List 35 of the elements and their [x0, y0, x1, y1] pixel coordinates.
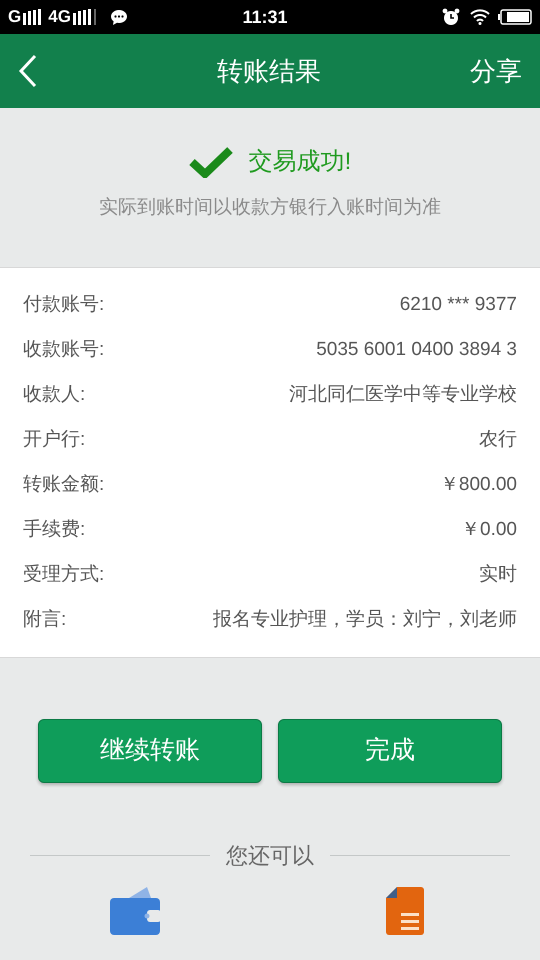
field-label: 受理方式: — [23, 563, 104, 588]
document-icon[interactable] — [385, 886, 425, 936]
result-title: 交易成功! — [248, 147, 352, 177]
field-label: 收款人: — [23, 383, 86, 408]
field-value: 5035 6001 0400 3894 3 — [316, 338, 517, 362]
field-value: 报名专业护理，学员：刘宁，刘老师 — [213, 608, 517, 632]
wifi-icon — [470, 9, 490, 25]
back-icon — [18, 54, 38, 88]
page-title: 转账结果 — [217, 54, 321, 88]
field-value: ￥0.00 — [461, 518, 517, 542]
battery-icon — [498, 9, 532, 25]
share-button[interactable]: 分享 — [470, 52, 522, 90]
field-label: 收款账号: — [23, 338, 104, 362]
check-icon — [188, 146, 233, 178]
field-label: 转账金额: — [23, 473, 104, 498]
field-label: 手续费: — [23, 518, 86, 542]
clock-time: 11:31 — [242, 6, 288, 28]
field-value: ￥800.00 — [440, 473, 517, 498]
message-icon — [110, 8, 128, 26]
arrival-note: 实际到账时间以收款方银行入账时间为准 — [99, 196, 441, 220]
section-title: 您还可以 — [226, 842, 314, 870]
network-label: 4G — [48, 6, 71, 28]
network-label: G — [8, 6, 22, 28]
action-button[interactable]: 继续转账 — [38, 719, 262, 783]
field-value: 6210 *** 9377 — [400, 293, 517, 318]
wallet-icon[interactable] — [109, 886, 161, 936]
field-label: 附言: — [23, 608, 66, 632]
alarm-icon — [442, 8, 460, 26]
field-label: 开户行: — [23, 428, 86, 452]
field-value: 农行 — [479, 428, 517, 452]
signal-icon — [72, 9, 98, 25]
field-label: 付款账号: — [23, 293, 104, 318]
action-button[interactable]: 完成 — [278, 719, 502, 783]
field-value: 实时 — [479, 563, 517, 588]
field-value: 河北同仁医学中等专业学校 — [289, 383, 517, 408]
